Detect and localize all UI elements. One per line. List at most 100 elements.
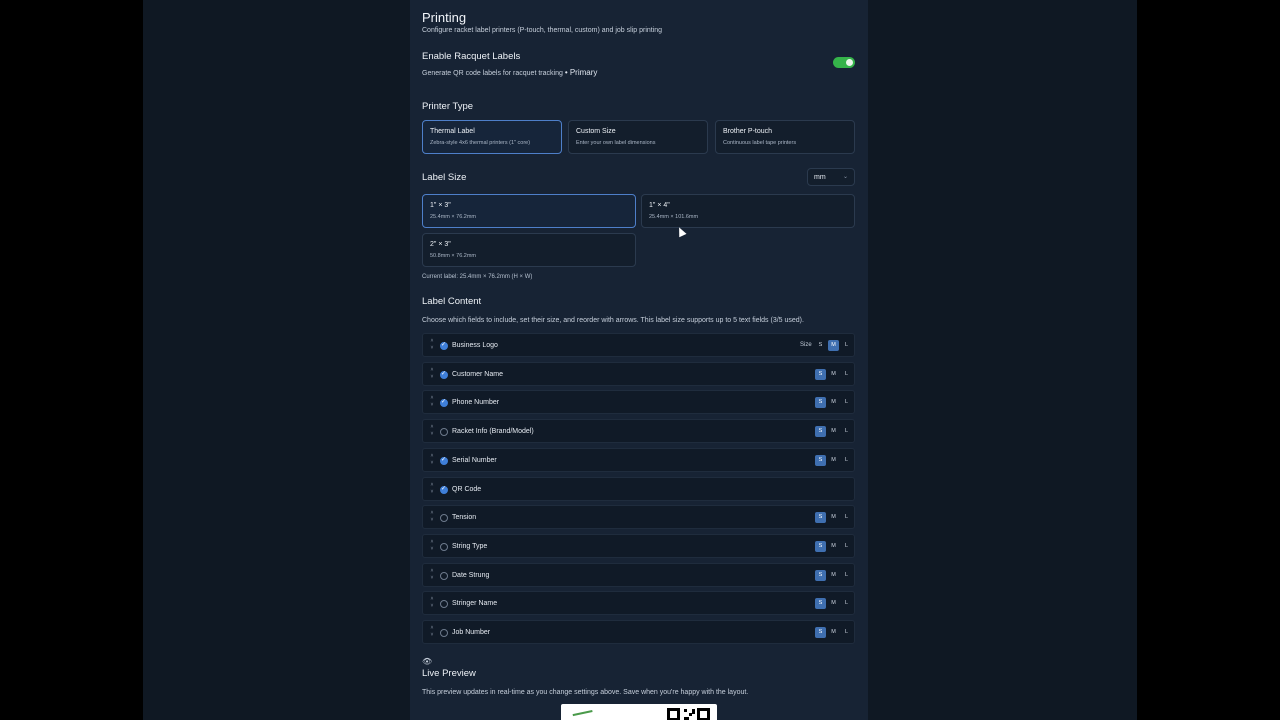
size-button-s[interactable]: S bbox=[815, 512, 826, 523]
field-label: QR Code bbox=[452, 486, 482, 493]
label-size-option-label: 1" × 4" bbox=[649, 202, 670, 209]
enable-labels-toggle[interactable] bbox=[833, 57, 855, 68]
label-field-row[interactable]: ˄˅ Business Logo SizeSML bbox=[422, 333, 855, 357]
unit-select[interactable]: mm ⌄ bbox=[807, 168, 855, 186]
field-checkbox[interactable] bbox=[440, 572, 448, 580]
field-label: Serial Number bbox=[452, 457, 497, 464]
reorder-arrows-icon[interactable]: ˄ ˅ bbox=[428, 453, 436, 469]
size-button-l[interactable]: L bbox=[841, 455, 852, 466]
size-button-m[interactable]: M bbox=[828, 369, 839, 380]
label-size-title: Label Size bbox=[422, 172, 467, 183]
size-button-l[interactable]: L bbox=[841, 570, 852, 581]
size-button-s[interactable]: S bbox=[815, 627, 826, 638]
size-button-s[interactable]: S bbox=[815, 541, 826, 552]
label-field-row[interactable]: ˄ ˅ Racket Info (Brand/Model) S M L bbox=[422, 419, 855, 443]
label-size-option-1x4[interactable]: 1" × 4" 25.4mm × 101.6mm bbox=[641, 194, 855, 228]
size-button-m[interactable]: M bbox=[828, 541, 839, 552]
size-button-m[interactable]: M bbox=[828, 340, 839, 351]
label-size-option-desc: 25.4mm × 101.6mm bbox=[649, 214, 699, 220]
toggle-knob bbox=[846, 59, 853, 66]
field-label: Stringer Name bbox=[452, 600, 498, 607]
size-button-l[interactable]: L bbox=[841, 340, 852, 351]
current-label-info: Current label: 25.4mm × 76.2mm (H × W) bbox=[422, 274, 533, 280]
reorder-arrows-icon[interactable]: ˄ ˅ bbox=[428, 568, 436, 584]
reorder-arrows-icon[interactable]: ˄ ˅ bbox=[428, 424, 436, 440]
label-field-row[interactable]: ˄˅ Serial Number SML bbox=[422, 448, 855, 472]
field-checkbox[interactable] bbox=[440, 543, 448, 551]
live-preview-title: Live Preview bbox=[422, 668, 476, 679]
label-size-option-desc: 25.4mm × 76.2mm bbox=[430, 214, 477, 220]
label-preview bbox=[561, 704, 717, 720]
size-button-m[interactable]: M bbox=[828, 627, 839, 638]
reorder-arrows-icon[interactable]: ˄ ˅ bbox=[428, 482, 436, 498]
size-button-l[interactable]: L bbox=[841, 598, 852, 609]
size-button-s[interactable]: S bbox=[815, 340, 826, 351]
size-button-s[interactable]: S bbox=[815, 369, 826, 380]
label-size-option-2x3[interactable]: 2" × 3" 50.8mm × 76.2mm bbox=[422, 233, 636, 267]
field-checkbox[interactable] bbox=[440, 600, 448, 608]
primary-tag: • Primary bbox=[564, 68, 598, 77]
reorder-arrows-icon[interactable]: ˄ ˅ bbox=[428, 625, 436, 641]
printer-option-label: Brother P-touch bbox=[723, 128, 773, 135]
chevron-down-icon: ⌄ bbox=[842, 174, 848, 180]
size-button-m[interactable]: M bbox=[828, 512, 839, 523]
size-button-m[interactable]: M bbox=[828, 426, 839, 437]
field-checkbox[interactable] bbox=[440, 629, 448, 637]
size-button-m[interactable]: M bbox=[828, 570, 839, 581]
field-label: Racket Info (Brand/Model) bbox=[452, 428, 534, 435]
field-label: Tension bbox=[452, 514, 477, 521]
size-button-l[interactable]: L bbox=[841, 397, 852, 408]
field-checkbox[interactable] bbox=[440, 428, 448, 436]
field-checkbox[interactable] bbox=[440, 485, 448, 494]
field-checkbox[interactable] bbox=[440, 370, 448, 379]
reorder-arrows-icon[interactable]: ˄ ˅ bbox=[428, 338, 436, 354]
size-button-l[interactable]: L bbox=[841, 627, 852, 638]
field-checkbox[interactable] bbox=[440, 341, 448, 350]
field-checkbox[interactable] bbox=[440, 514, 448, 522]
printer-option-desc: Zebra-style 4x6 thermal printers (1" cor… bbox=[430, 140, 531, 146]
size-button-s[interactable]: S bbox=[815, 570, 826, 581]
reorder-arrows-icon[interactable]: ˄ ˅ bbox=[428, 539, 436, 555]
reorder-arrows-icon[interactable]: ˄ ˅ bbox=[428, 395, 436, 411]
size-button-l[interactable]: L bbox=[841, 426, 852, 437]
page-gutter-right bbox=[1137, 0, 1280, 720]
label-size-option-desc: 50.8mm × 76.2mm bbox=[430, 253, 477, 259]
eye-icon: 👁 bbox=[422, 657, 433, 666]
size-button-m[interactable]: M bbox=[828, 455, 839, 466]
label-field-row[interactable]: ˄˅ Phone Number SML bbox=[422, 390, 855, 414]
reorder-arrows-icon[interactable]: ˄ ˅ bbox=[428, 510, 436, 526]
label-size-option-1x3[interactable]: 1" × 3" 25.4mm × 76.2mm bbox=[422, 194, 636, 228]
size-button-m[interactable]: M bbox=[828, 598, 839, 609]
size-button-l[interactable]: L bbox=[841, 369, 852, 380]
printer-option-ptouch[interactable]: Brother P-touch Continuous label tape pr… bbox=[715, 120, 855, 154]
reorder-arrows-icon[interactable]: ˄ ˅ bbox=[428, 367, 436, 383]
size-button-s[interactable]: S bbox=[815, 426, 826, 437]
live-preview-desc: This preview updates in real-time as you… bbox=[422, 689, 749, 696]
size-button-l[interactable]: L bbox=[841, 541, 852, 552]
field-label: Job Number bbox=[452, 629, 491, 636]
field-checkbox[interactable] bbox=[440, 456, 448, 465]
field-label: Phone Number bbox=[452, 399, 500, 406]
qr-code-icon bbox=[667, 708, 711, 720]
label-field-row[interactable]: ˄˅ Customer Name SML bbox=[422, 362, 855, 386]
label-field-row[interactable]: ˄ ˅ Tension S M L bbox=[422, 505, 855, 529]
page-gutter-left bbox=[0, 0, 143, 720]
label-field-row[interactable]: ˄ ˅ Job Number S M L bbox=[422, 620, 855, 644]
printer-option-thermal[interactable]: Thermal Label Zebra-style 4x6 thermal pr… bbox=[422, 120, 562, 154]
size-button-l[interactable]: L bbox=[841, 512, 852, 523]
size-button-s[interactable]: S bbox=[815, 455, 826, 466]
label-field-row[interactable]: ˄ ˅ Date Strung S M L bbox=[422, 563, 855, 587]
size-button-s[interactable]: S bbox=[815, 397, 826, 408]
size-button-s[interactable]: S bbox=[815, 598, 826, 609]
label-field-row[interactable]: ˄ ˅ String Type S M L bbox=[422, 534, 855, 558]
label-field-row[interactable]: ˄˅ QR Code bbox=[422, 477, 855, 501]
printer-option-desc: Enter your own label dimensions bbox=[576, 140, 656, 146]
printer-option-label: Custom Size bbox=[576, 128, 616, 135]
reorder-arrows-icon[interactable]: ˄ ˅ bbox=[428, 596, 436, 612]
printer-option-label: Thermal Label bbox=[430, 128, 475, 135]
printer-option-custom[interactable]: Custom Size Enter your own label dimensi… bbox=[568, 120, 708, 154]
field-checkbox[interactable] bbox=[440, 398, 448, 407]
label-field-row[interactable]: ˄ ˅ Stringer Name S M L bbox=[422, 591, 855, 615]
label-size-option-label: 1" × 3" bbox=[430, 202, 451, 209]
size-button-m[interactable]: M bbox=[828, 397, 839, 408]
